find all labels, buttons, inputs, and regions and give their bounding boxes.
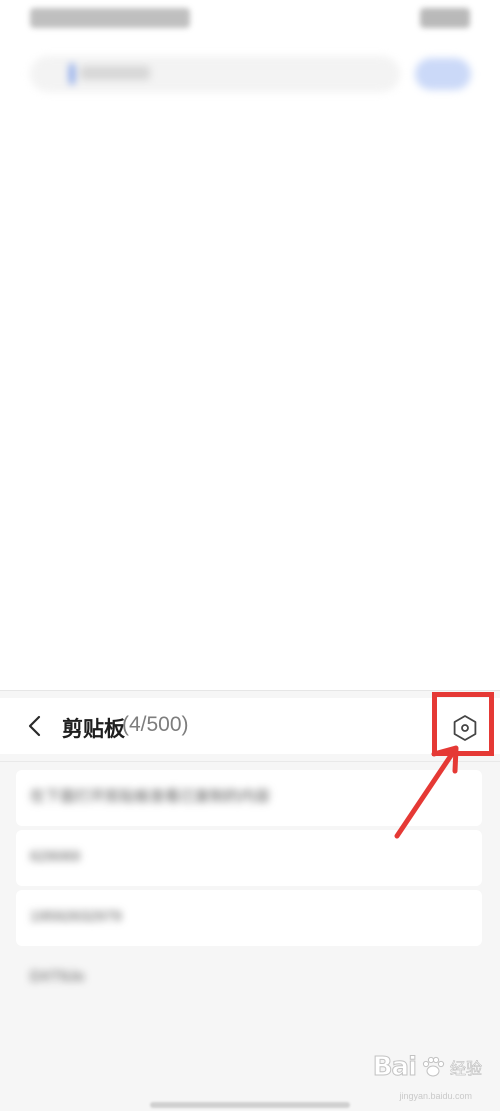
watermark-url: jingyan.baidu.com xyxy=(399,1091,472,1101)
search-query-text xyxy=(80,66,150,80)
status-battery xyxy=(420,8,470,28)
clip-item[interactable]: 629069 xyxy=(16,830,482,886)
search-button[interactable] xyxy=(415,58,471,90)
home-indicator[interactable] xyxy=(150,1102,350,1108)
clip-item[interactable]: DXT9Jo xyxy=(16,950,482,1006)
search-row xyxy=(0,50,500,98)
page-title: 剪贴板 xyxy=(62,718,125,741)
clip-item-text: 在下面打开剪贴板查看已复制的内容 xyxy=(30,788,271,805)
back-button[interactable] xyxy=(20,710,52,742)
status-time-carrier xyxy=(30,8,190,28)
watermark-logo: Bai xyxy=(372,1052,417,1083)
watermark: Bai 经验 xyxy=(372,1047,483,1087)
status-bar xyxy=(0,0,500,44)
annotation-highlight-box xyxy=(432,692,494,756)
clip-item-text: 629069 xyxy=(30,848,81,865)
clip-count: (4/500) xyxy=(122,713,189,736)
text-cursor xyxy=(70,64,74,84)
header-divider xyxy=(0,761,500,762)
clip-item-text: DXT9Jo xyxy=(30,968,85,985)
panel-top-divider xyxy=(0,690,500,691)
clip-item-text: 19592632979 xyxy=(30,908,122,925)
chevron-left-icon xyxy=(28,715,41,737)
clip-item[interactable]: 在下面打开剪贴板查看已复制的内容 xyxy=(16,770,482,826)
clip-list: 在下面打开剪贴板查看已复制的内容 629069 19592632979 DXT9… xyxy=(16,770,482,1010)
clip-item[interactable]: 19592632979 xyxy=(16,890,482,946)
watermark-subtitle: 经验 xyxy=(449,1061,483,1079)
paw-icon xyxy=(422,1056,445,1077)
clipboard-header: 剪贴板 (4/500) xyxy=(0,698,500,762)
